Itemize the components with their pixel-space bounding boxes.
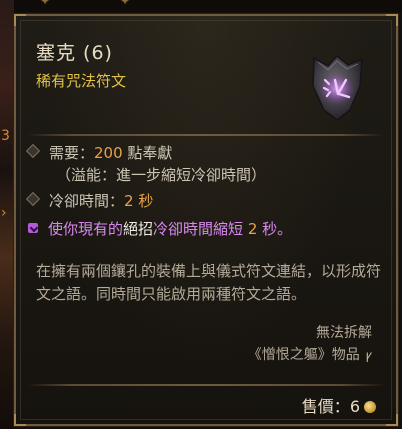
frame-corner <box>14 414 26 426</box>
background-glyph-icon: › <box>1 205 7 221</box>
requirement-unit: 點奉獻 <box>122 144 173 162</box>
effect-text: 秒。 <box>257 220 293 238</box>
effect-line: 使你現有的絕招冷卻時間縮短 2 秒。 <box>28 218 292 239</box>
background-strip-top: ✦ ✦ <box>0 0 402 12</box>
section-divider <box>28 384 384 386</box>
cooldown-label: 冷卻時間： <box>49 192 125 210</box>
diamond-bullet-icon <box>25 191 41 207</box>
gold-coin-icon <box>364 401 376 413</box>
price-line: 售價：6 <box>302 393 376 417</box>
background-glyph-icon: 3 <box>1 128 10 144</box>
expansion-label: 《憎恨之軀》物品 <box>247 347 360 363</box>
diamond-bullet-icon <box>25 143 41 159</box>
background-strip-left: 3 › <box>0 0 14 429</box>
cooldown-line: 冷卻時間：2 秒 <box>25 190 154 211</box>
requirement-label: 需要： <box>49 144 95 162</box>
price-value: 6 <box>349 397 360 416</box>
item-name: 塞克 (6) <box>36 42 113 64</box>
frame-corner <box>386 414 398 426</box>
requirement-line: 需要：200 點奉獻 <box>25 142 173 163</box>
frame-corner <box>14 14 26 26</box>
effect-text: 冷卻時間縮短 <box>153 220 248 238</box>
overflow-note: （溢能：進一步縮短冷卻時間） <box>56 166 267 184</box>
purple-rune-stone-icon <box>312 54 363 121</box>
requirement-value: 200 <box>94 144 123 162</box>
effect-text: 使你現有的 <box>48 220 124 238</box>
background-ornament-icon: ✦ <box>120 0 131 8</box>
background-ornament-icon: ✦ <box>40 0 51 8</box>
unsalvageable-label: 無法拆解 <box>316 325 372 341</box>
effect-keyword: 絕招 <box>123 220 154 238</box>
effect-value: 2 <box>247 220 258 238</box>
flavor-text: 在擁有兩個鑲孔的裝備上與儀式符文連結，以形成符文之語。同時間只能啟用兩種符文之語… <box>36 262 382 303</box>
expansion-line: 《憎恨之軀》物品 ꝩ <box>248 344 372 364</box>
section-divider <box>28 134 384 136</box>
price-label: 售價： <box>301 397 350 416</box>
cooldown-value: 2 秒 <box>124 192 154 210</box>
expansion-glyph-icon: ꝩ <box>365 348 372 362</box>
item-type: 稀有咒法符文 <box>36 72 127 90</box>
frame-corner <box>386 14 398 26</box>
item-tooltip: 塞克 (6) 稀有咒法符文 需要：200 點奉獻 （溢能：進一步縮短冷卻時間） … <box>13 13 399 427</box>
legendary-effect-icon <box>28 223 38 233</box>
